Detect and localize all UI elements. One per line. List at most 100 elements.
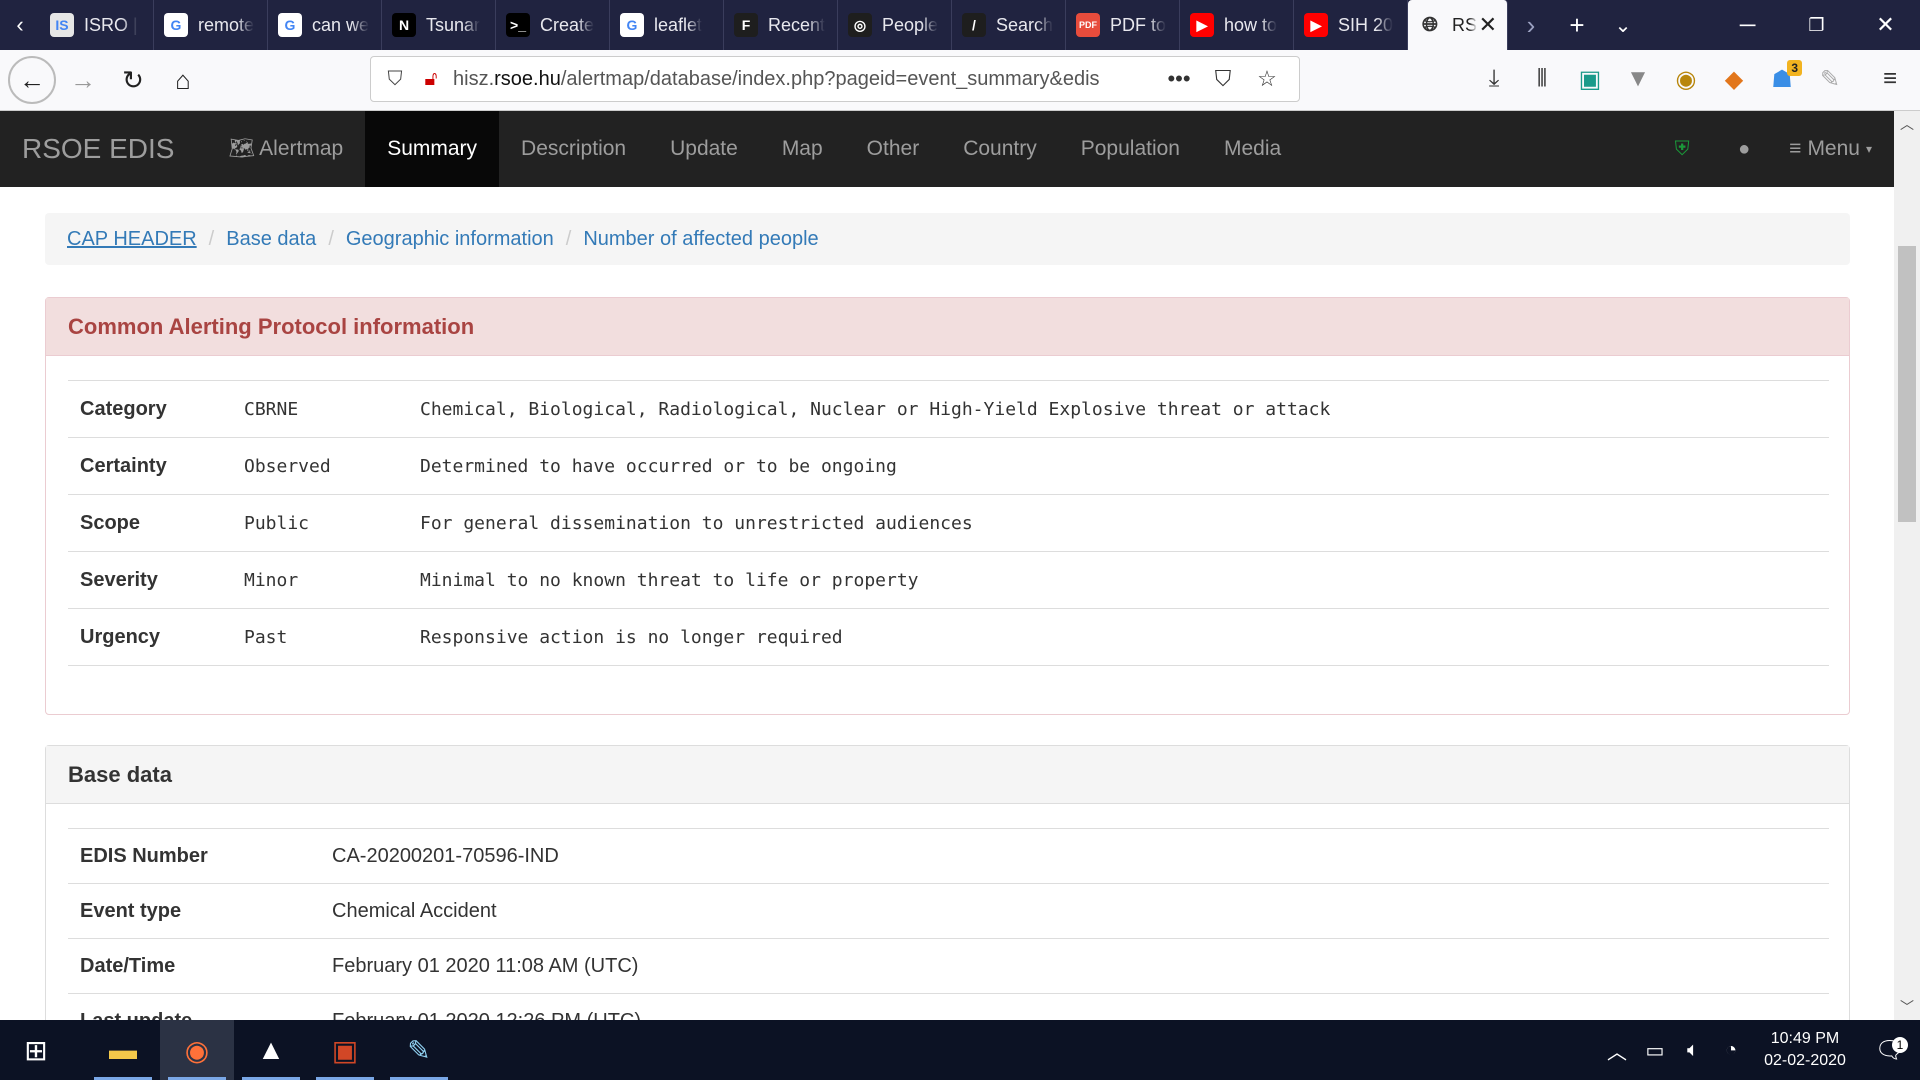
restore-window-icon[interactable]: ❐ — [1782, 0, 1851, 50]
library-icon[interactable]: ⫴ — [1518, 56, 1566, 102]
cap-value: Minor — [244, 569, 299, 591]
scrollbar-thumb[interactable] — [1898, 246, 1916, 522]
list-all-tabs-icon[interactable]: ⌄ — [1600, 0, 1646, 50]
page-scrollbar[interactable]: ︿ ﹀ — [1894, 111, 1920, 1020]
insecure-lock-icon[interactable]: 🔓︎ — [417, 68, 445, 91]
table-row: Severity Minor Minimal to no known threat … — [68, 552, 1829, 609]
page-actions-icon[interactable]: ••• — [1157, 66, 1201, 92]
hamburger-menu-icon[interactable]: ≡ — [1866, 56, 1914, 102]
tab-label: Tsunar — [426, 14, 481, 35]
pocket-icon[interactable]: ⛉ — [1201, 66, 1245, 92]
browser-tab[interactable]: Gleaflet — [610, 0, 724, 50]
notifications-icon[interactable]: 🗨︎ 1 — [1860, 1036, 1920, 1065]
site-brand[interactable]: RSOE EDIS — [0, 111, 196, 187]
browser-tab[interactable]: ▶ how to — [1180, 0, 1294, 50]
tab-label: Recent — [768, 14, 826, 35]
browser-tab[interactable]: F Recent — [724, 0, 838, 50]
nav-description[interactable]: Description — [499, 111, 648, 187]
file-explorer-icon[interactable]: ▬ — [86, 1020, 160, 1080]
powerpoint-icon[interactable]: ▣ — [308, 1020, 382, 1080]
taskbar-clock[interactable]: 10:49 PM 02-02-2020 — [1750, 1028, 1860, 1072]
cap-value: CBRNE — [244, 398, 299, 420]
shield-icon[interactable]: ⛨ — [1651, 138, 1713, 161]
save-page-icon[interactable]: ▣ — [1566, 56, 1614, 102]
nav-other[interactable]: Other — [845, 111, 942, 187]
nav-country[interactable]: Country — [941, 111, 1059, 187]
firefox-icon[interactable]: ◉ — [160, 1020, 234, 1080]
photos-icon[interactable]: ▲ — [234, 1020, 308, 1080]
breadcrumb-link-affected-people[interactable]: Number of affected people — [583, 228, 818, 251]
table-row: Urgency Past Responsive action is no longe… — [68, 609, 1829, 666]
browser-tab[interactable]: Gremote — [154, 0, 268, 50]
ghost-extension-icon[interactable]: ☗ 3 — [1758, 56, 1806, 102]
windows-start-icon[interactable]: ⊞ — [0, 1020, 72, 1080]
pen-extension-icon[interactable]: ✎ — [1806, 56, 1854, 102]
browser-tab[interactable]: >_ Create — [496, 0, 610, 50]
menu-dropdown[interactable]: ≡ Menu ▾ — [1775, 137, 1894, 161]
nav-media[interactable]: Media — [1202, 111, 1303, 187]
nav-label: Other — [866, 137, 920, 160]
nav-update[interactable]: Update — [648, 111, 760, 187]
reload-icon[interactable]: ↻ — [110, 57, 156, 103]
back-icon[interactable]: ← — [8, 56, 56, 104]
nav-summary[interactable]: Summary — [365, 111, 500, 187]
close-window-icon[interactable]: ✕ — [1851, 0, 1920, 50]
tab-scroll-left-icon[interactable]: ‹ — [0, 0, 40, 50]
browser-tab[interactable]: PDF PDF to — [1066, 0, 1180, 50]
tab-label: People — [882, 14, 939, 35]
wifi-icon[interactable]: ◔ — [1712, 1039, 1750, 1062]
volume-icon[interactable]: 🔈︎ — [1674, 1039, 1712, 1062]
tab-scroll-right-icon[interactable]: › — [1508, 0, 1554, 50]
tab-active[interactable]: 🌐︎ RS ✕ — [1408, 0, 1508, 50]
base-key: Last update — [68, 1010, 332, 1021]
show-hidden-icons-icon[interactable]: ︿ — [1598, 1036, 1636, 1065]
nav-population[interactable]: Population — [1059, 111, 1202, 187]
google-icon: G — [620, 13, 644, 37]
nav-label: Summary — [387, 137, 478, 160]
cap-info-panel: Common Alerting Protocol information Cat… — [45, 297, 1850, 715]
breadcrumb-link-base-data[interactable]: Base data — [226, 228, 316, 251]
battery-icon[interactable]: ▭ — [1636, 1038, 1674, 1063]
browser-tab[interactable]: IS ISRO | — [40, 0, 154, 50]
nav-alertmap[interactable]: 🗺︎ Alertmap — [206, 111, 365, 187]
scroll-down-icon[interactable]: ﹀ — [1894, 994, 1920, 1020]
cap-key: Certainty — [80, 454, 167, 477]
browser-tab[interactable]: / Search — [952, 0, 1066, 50]
bookmark-star-icon[interactable]: ☆ — [1245, 66, 1289, 92]
minimize-window-icon[interactable]: ─ — [1713, 0, 1782, 50]
browser-tab[interactable]: ◎ People — [838, 0, 952, 50]
metamask-icon[interactable]: ◆ — [1710, 56, 1758, 102]
url-bar[interactable]: ⛉ 🔓︎ hisz.rsoe.hu/alertmap/database/inde… — [370, 56, 1300, 102]
paint-icon[interactable]: ✎ — [382, 1020, 456, 1080]
home-icon[interactable]: ⌂ — [160, 57, 206, 103]
base-value: February 01 2020 11:08 AM (UTC) — [332, 954, 639, 977]
nav-label: Population — [1080, 137, 1180, 160]
tab-label: RS — [1452, 14, 1478, 35]
tracking-shield-icon[interactable]: ⛉ — [381, 68, 409, 91]
tab-label: how to — [1224, 14, 1278, 35]
browser-tab[interactable]: ▶ SIH 20 — [1294, 0, 1408, 50]
vue-devtools-icon[interactable]: ▼ — [1614, 56, 1662, 102]
globe-icon[interactable]: ● — [1713, 138, 1775, 161]
url-text[interactable]: hisz.rsoe.hu/alertmap/database/index.php… — [453, 68, 1157, 91]
scroll-up-icon[interactable]: ︿ — [1894, 111, 1920, 137]
close-tab-icon[interactable]: ✕ — [1479, 12, 1497, 38]
base-key: EDIS Number — [80, 844, 208, 867]
tab-label: Create — [540, 14, 595, 35]
cap-value: Observed — [244, 455, 331, 477]
browser-tab[interactable]: N Tsunar — [382, 0, 496, 50]
cap-key: Category — [80, 397, 167, 420]
downloads-icon[interactable]: ⤓ — [1470, 56, 1518, 102]
new-tab-icon[interactable]: + — [1554, 0, 1600, 50]
base-data-panel: Base data EDIS Number CA-20200201-70596-I… — [45, 745, 1850, 1020]
base-panel-title: Base data — [46, 746, 1849, 804]
breadcrumb-link-cap-header[interactable]: CAP HEADER — [67, 228, 197, 251]
nav-map[interactable]: Map — [760, 111, 845, 187]
forward-icon[interactable]: → — [60, 57, 106, 103]
breadcrumb-link-geographic-information[interactable]: Geographic information — [346, 228, 554, 251]
cap-key: Urgency — [80, 625, 161, 648]
table-row: Scope Public For general dissemination to … — [68, 495, 1829, 552]
browser-tab[interactable]: Gcan we — [268, 0, 382, 50]
tab-label: remote — [198, 14, 255, 35]
monkey-extension-icon[interactable]: ◉ — [1662, 56, 1710, 102]
